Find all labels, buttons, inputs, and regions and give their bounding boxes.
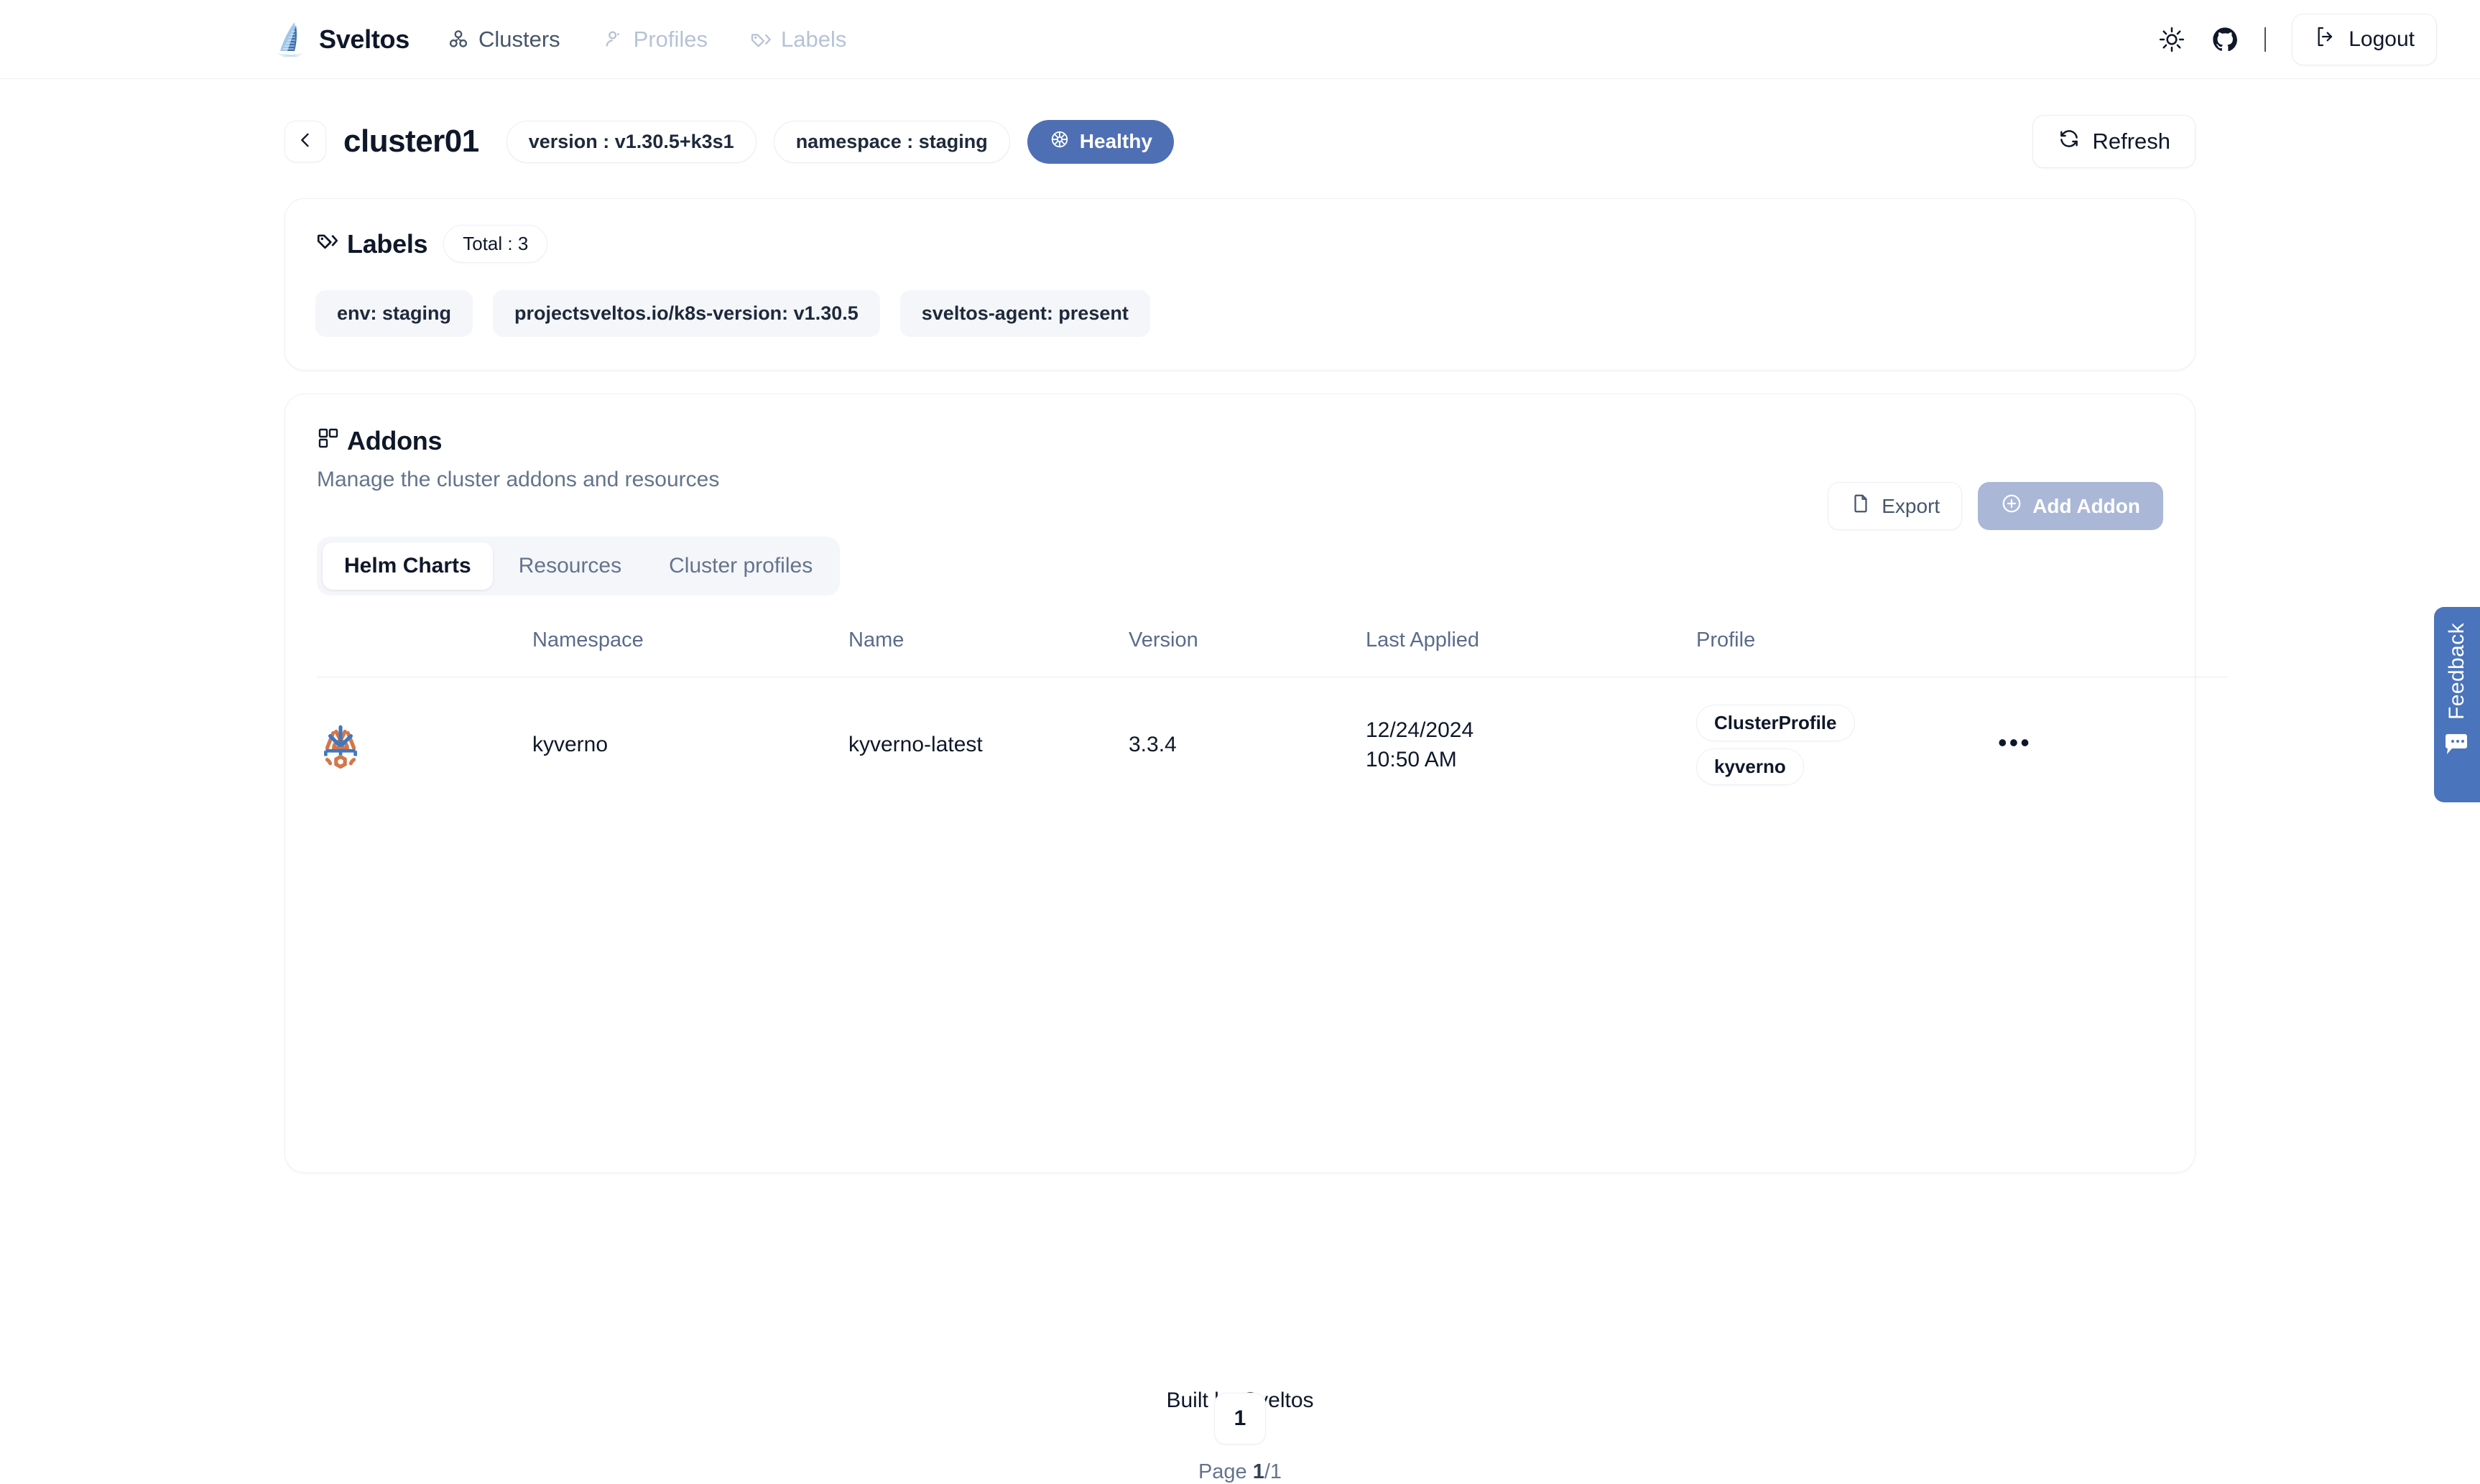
label-chip-list: env: staging projectsveltos.io/k8s-versi…	[315, 290, 2165, 337]
labels-title-group: Labels	[315, 228, 428, 259]
refresh-button[interactable]: Refresh	[2032, 115, 2196, 168]
cell-profile: ClusterProfile kyverno	[1696, 677, 1998, 812]
tab-helm-charts[interactable]: Helm Charts	[323, 542, 493, 590]
pagination-current: 1	[1252, 1460, 1264, 1483]
file-icon	[1850, 493, 1871, 519]
export-label: Export	[1882, 494, 1940, 517]
cell-namespace: kyverno	[532, 677, 848, 812]
labels-header: Labels Total : 3	[315, 225, 2165, 263]
table-header-row: Namespace Name Version Last Applied Prof…	[317, 629, 2228, 677]
tab-cluster-profiles[interactable]: Cluster profiles	[647, 542, 834, 590]
addons-tabs: Helm Charts Resources Cluster profiles	[317, 537, 841, 595]
nav-item-profiles[interactable]: Profiles	[602, 27, 708, 52]
clusters-icon	[447, 28, 470, 51]
label-chip[interactable]: env: staging	[315, 290, 473, 337]
label-chip[interactable]: sveltos-agent: present	[899, 290, 1150, 337]
tab-resources[interactable]: Resources	[497, 542, 643, 590]
main-nav: Clusters Profiles Labels	[447, 27, 846, 52]
add-addon-button[interactable]: Add Addon	[1978, 482, 2163, 530]
refresh-label: Refresh	[2092, 129, 2170, 154]
header-divider	[2264, 27, 2267, 52]
nav-item-clusters[interactable]: Clusters	[447, 27, 560, 52]
labels-icon	[749, 28, 772, 51]
pagination-total: /1	[1264, 1460, 1282, 1483]
logout-label: Logout	[2349, 27, 2415, 51]
top-navigation-bar: Sveltos Clusters Profiles Labels Logout	[0, 0, 2480, 79]
labels-title: Labels	[347, 228, 428, 259]
kyverno-logo-icon	[317, 721, 532, 769]
page-body: cluster01 version : v1.30.5+k3s1 namespa…	[0, 79, 2480, 1483]
addons-card: Addons Manage the cluster addons and res…	[284, 394, 2228, 1483]
kubernetes-helm-icon	[1049, 129, 1070, 155]
cell-version: 3.3.4	[1129, 677, 1366, 812]
layout-grid-icon	[317, 426, 340, 456]
col-header-name: Name	[848, 629, 904, 651]
brand-name: Sveltos	[319, 24, 410, 54]
addons-title: Addons	[347, 426, 443, 455]
helm-charts-table: Namespace Name Version Last Applied Prof…	[317, 629, 2228, 812]
nav-label-clusters: Clusters	[478, 26, 560, 52]
last-applied-time: 10:50 AM	[1366, 748, 1457, 771]
ellipsis-icon[interactable]: •••	[1998, 728, 2032, 757]
cluster-header-row: cluster01 version : v1.30.5+k3s1 namespa…	[284, 115, 2196, 168]
cell-name: kyverno-latest	[848, 677, 1129, 812]
profiles-icon	[602, 28, 625, 51]
nav-label-labels: Labels	[781, 26, 847, 52]
table-row[interactable]: kyverno kyverno-latest 3.3.4 12/24/2024 …	[317, 677, 2228, 812]
cell-chart-logo	[317, 677, 532, 812]
top-bar-right-actions: Logout	[2158, 13, 2437, 65]
tags-icon	[315, 228, 340, 259]
profile-chip-group: ClusterProfile kyverno	[1696, 705, 1998, 785]
profile-kind-badge[interactable]: ClusterProfile	[1696, 705, 1855, 741]
cluster-version-badge: version : v1.30.5+k3s1	[506, 120, 757, 163]
page-title: cluster01	[343, 124, 479, 159]
status-badge-label: Healthy	[1079, 130, 1152, 152]
refresh-icon	[2058, 127, 2081, 156]
feedback-label: Feedback	[2445, 623, 2469, 720]
col-header-actions	[1998, 629, 2228, 677]
labels-card: Labels Total : 3 env: staging projectsve…	[284, 198, 2196, 371]
sun-icon[interactable]	[2158, 26, 2185, 53]
pagination-info: Page 1/1	[285, 1460, 2195, 1484]
plus-circle-icon	[2001, 493, 2022, 519]
status-badge: Healthy	[1027, 119, 1174, 164]
github-icon[interactable]	[2211, 26, 2239, 53]
addons-title-group: Addons	[317, 426, 2163, 456]
add-addon-label: Add Addon	[2032, 494, 2140, 517]
addons-action-bar: Export Add Addon	[1828, 482, 2163, 530]
feedback-tab-button[interactable]: Feedback	[2434, 607, 2480, 802]
cell-actions: •••	[1998, 677, 2228, 812]
brand-logo-link[interactable]: Sveltos	[273, 21, 410, 58]
pagination-page-word: Page	[1198, 1460, 1247, 1483]
col-header-namespace: Namespace	[532, 629, 644, 651]
export-button[interactable]: Export	[1828, 482, 1963, 530]
profile-name-badge[interactable]: kyverno	[1696, 748, 1804, 785]
pagination-page-1-button[interactable]: 1	[1214, 1393, 1266, 1444]
logout-icon	[2314, 25, 2337, 54]
last-applied-date: 12/24/2024	[1366, 718, 1474, 742]
col-header-icon	[317, 629, 532, 677]
col-header-profile: Profile	[1696, 629, 1756, 651]
cell-last-applied: 12/24/2024 10:50 AM	[1366, 677, 1696, 812]
content-container: cluster01 version : v1.30.5+k3s1 namespa…	[284, 115, 2228, 1483]
col-header-version: Version	[1129, 629, 1198, 651]
cluster-namespace-badge: namespace : staging	[773, 120, 1010, 163]
pagination: 1 Page 1/1	[285, 1393, 2195, 1484]
label-chip[interactable]: projectsveltos.io/k8s-version: v1.30.5	[493, 290, 880, 337]
back-button[interactable]	[284, 121, 326, 162]
chevron-left-icon	[295, 130, 315, 154]
logout-button[interactable]: Logout	[2292, 13, 2437, 65]
sveltos-sailboat-icon	[273, 21, 307, 58]
nav-label-profiles: Profiles	[633, 26, 708, 52]
speech-bubble-icon	[2444, 733, 2470, 759]
nav-item-labels[interactable]: Labels	[749, 27, 846, 52]
col-header-last-applied: Last Applied	[1366, 629, 1480, 651]
labels-total-badge: Total : 3	[443, 225, 548, 263]
